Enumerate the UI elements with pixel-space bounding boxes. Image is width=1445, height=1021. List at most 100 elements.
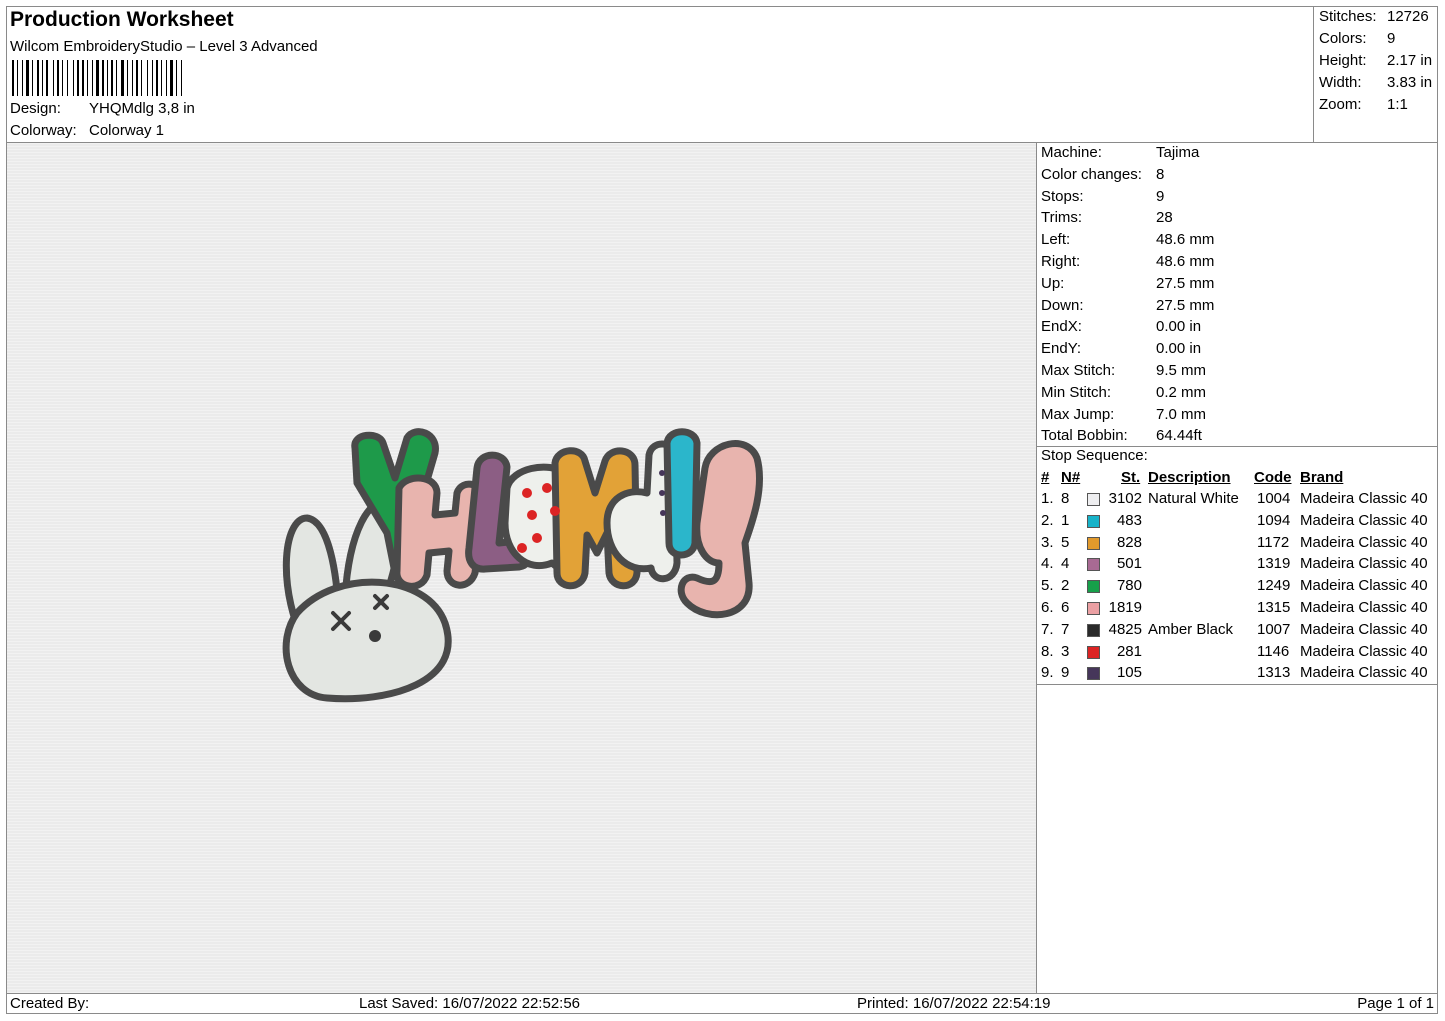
thread-brand: Madeira Classic 40 [1300, 664, 1428, 682]
machine-info-value: 27.5 mm [1156, 296, 1215, 314]
thread-code: 1172 [1257, 533, 1290, 551]
colorway-label: Colorway: [10, 122, 77, 139]
machine-info-row: Max Stitch: 9.5 mm [1041, 362, 1206, 379]
thread-description: Amber Black [1148, 620, 1234, 638]
machine-info-row: Left: 48.6 mm [1041, 231, 1214, 248]
bunny-head [282, 578, 452, 703]
info-panel: Machine: Tajima Color changes: 8 Stops: 9 Trim… [1036, 143, 1438, 993]
software-name: Wilcom EmbroideryStudio – Level 3 Advanc… [10, 38, 318, 55]
printed-date: Printed: 16/07/2022 22:54:19 [857, 995, 1051, 1012]
thread-code: 1146 [1257, 642, 1290, 660]
letter-l2-shape [663, 428, 701, 559]
stitch-count: 780 [1116, 577, 1142, 595]
machine-info-label: Max Stitch: [1041, 362, 1116, 379]
table-row: 5. 2 780 1249 Madeira Classic 40 [1037, 577, 1439, 599]
thread-brand: Madeira Classic 40 [1300, 511, 1428, 529]
stitch-count: 1819 [1108, 599, 1142, 616]
thread-brand: Madeira Classic 40 [1300, 533, 1428, 551]
design-preview [7, 143, 1036, 993]
machine-info-value: 0.00 in [1156, 340, 1202, 358]
machine-info-label: EndX: [1041, 318, 1082, 336]
machine-info-value: 9.5 mm [1156, 362, 1207, 379]
thread-code: 1319 [1257, 555, 1291, 573]
machine-info-value: 0.00 in [1156, 318, 1202, 336]
thread-brand: Madeira Classic 40 [1300, 555, 1428, 573]
color-swatch [1087, 558, 1100, 572]
machine-info-label: Left: [1041, 231, 1071, 249]
divider [1037, 684, 1438, 685]
machine-info-row: Max Jump: 7.0 mm [1041, 406, 1206, 423]
machine-info-label: Trims: [1041, 209, 1083, 227]
machine-info-label: Down: [1041, 296, 1084, 314]
needle-number: 7 [1061, 620, 1070, 638]
col-header-description: Description [1148, 469, 1231, 486]
worksheet-header: Production Worksheet Wilcom EmbroiderySt… [6, 6, 1438, 143]
color-swatch [1087, 514, 1100, 528]
table-row: 1. 8 3102 Natural White 1004 Madeira Classic … [1037, 490, 1439, 512]
needle-number: 3 [1061, 642, 1070, 660]
summary-panel: Stitches: 12726 Colors: 9 Height: 2.17 in W… [1313, 6, 1438, 142]
machine-info-row: Stops: 9 [1041, 188, 1164, 205]
design-row: Design: YHQMdlg 3,8 in [10, 100, 195, 117]
machine-info-value: 8 [1156, 165, 1165, 183]
color-swatch [1087, 645, 1100, 659]
table-row: 8. 3 281 1146 Madeira Classic 40 [1037, 643, 1439, 665]
thread-code: 1004 [1257, 490, 1291, 507]
machine-info-row: EndY: 0.00 in [1041, 340, 1201, 357]
row-number: 4. [1041, 555, 1054, 573]
needle-number: 2 [1061, 577, 1070, 595]
summary-value: 12726 [1387, 8, 1429, 25]
machine-info-row: EndX: 0.00 in [1041, 318, 1201, 335]
needle-number: 9 [1061, 664, 1070, 682]
table-row: 2. 1 483 1094 Madeira Classic 40 [1037, 512, 1439, 534]
thread-code: 1007 [1257, 620, 1291, 638]
needle-number: 5 [1061, 533, 1070, 551]
stop-sequence-title: Stop Sequence: [1041, 447, 1148, 464]
machine-info-label: EndY: [1041, 340, 1082, 358]
machine-info-row: Trims: 28 [1041, 209, 1173, 226]
stitch-count: 828 [1116, 533, 1142, 551]
thread-code: 1313 [1257, 664, 1291, 682]
color-swatch [1087, 493, 1100, 506]
machine-info-label: Total Bobbin: [1041, 427, 1128, 445]
needle-number: 1 [1061, 511, 1070, 529]
machine-info-row: Up: 27.5 mm [1041, 275, 1214, 292]
summary-label: Colors: [1319, 30, 1367, 47]
stitch-count: 105 [1116, 664, 1142, 682]
col-header-num: # [1041, 469, 1050, 486]
machine-info-label: Color changes: [1041, 165, 1142, 183]
table-row: 6. 6 1819 1315 Madeira Classic 40 [1037, 599, 1439, 621]
summary-height: Height: 2.17 in [1319, 52, 1439, 69]
machine-info-row: Down: 27.5 mm [1041, 297, 1214, 314]
stitch-count: 483 [1116, 511, 1142, 529]
embroidery-design-image [282, 428, 763, 703]
worksheet-footer: Created By: Last Saved: 16/07/2022 22:52… [6, 993, 1438, 1014]
stitch-count: 501 [1116, 555, 1142, 573]
table-row: 7. 7 4825 Amber Black 1007 Madeira Classic 40 [1037, 621, 1439, 643]
thread-description: Natural White [1148, 490, 1239, 507]
needle-number: 4 [1061, 555, 1070, 573]
design-label: Design: [10, 100, 61, 117]
needle-number: 8 [1061, 490, 1070, 507]
color-swatch [1087, 667, 1100, 681]
machine-info-label: Max Jump: [1041, 405, 1115, 423]
machine-info-value: 27.5 mm [1156, 274, 1215, 292]
design-value: YHQMdlg 3,8 in [89, 100, 195, 117]
machine-info-value: 48.6 mm [1156, 253, 1215, 270]
color-swatch [1087, 602, 1100, 615]
color-swatch [1087, 536, 1100, 550]
machine-info-label: Machine: [1041, 144, 1102, 161]
machine-info-row: Machine: Tajima [1041, 144, 1199, 161]
row-number: 5. [1041, 577, 1054, 595]
machine-info-label: Right: [1041, 253, 1081, 270]
summary-value: 9 [1387, 30, 1396, 47]
summary-value: 3.83 in [1387, 74, 1433, 91]
row-number: 7. [1041, 620, 1054, 638]
page-number: Page 1 of 1 [1357, 995, 1434, 1012]
row-number: 1. [1041, 490, 1054, 507]
machine-info-row: Min Stitch: 0.2 mm [1041, 384, 1206, 401]
color-swatch [1087, 623, 1100, 637]
machine-info-label: Stops: [1041, 187, 1084, 205]
created-by: Created By: [10, 995, 90, 1012]
row-number: 2. [1041, 511, 1054, 529]
